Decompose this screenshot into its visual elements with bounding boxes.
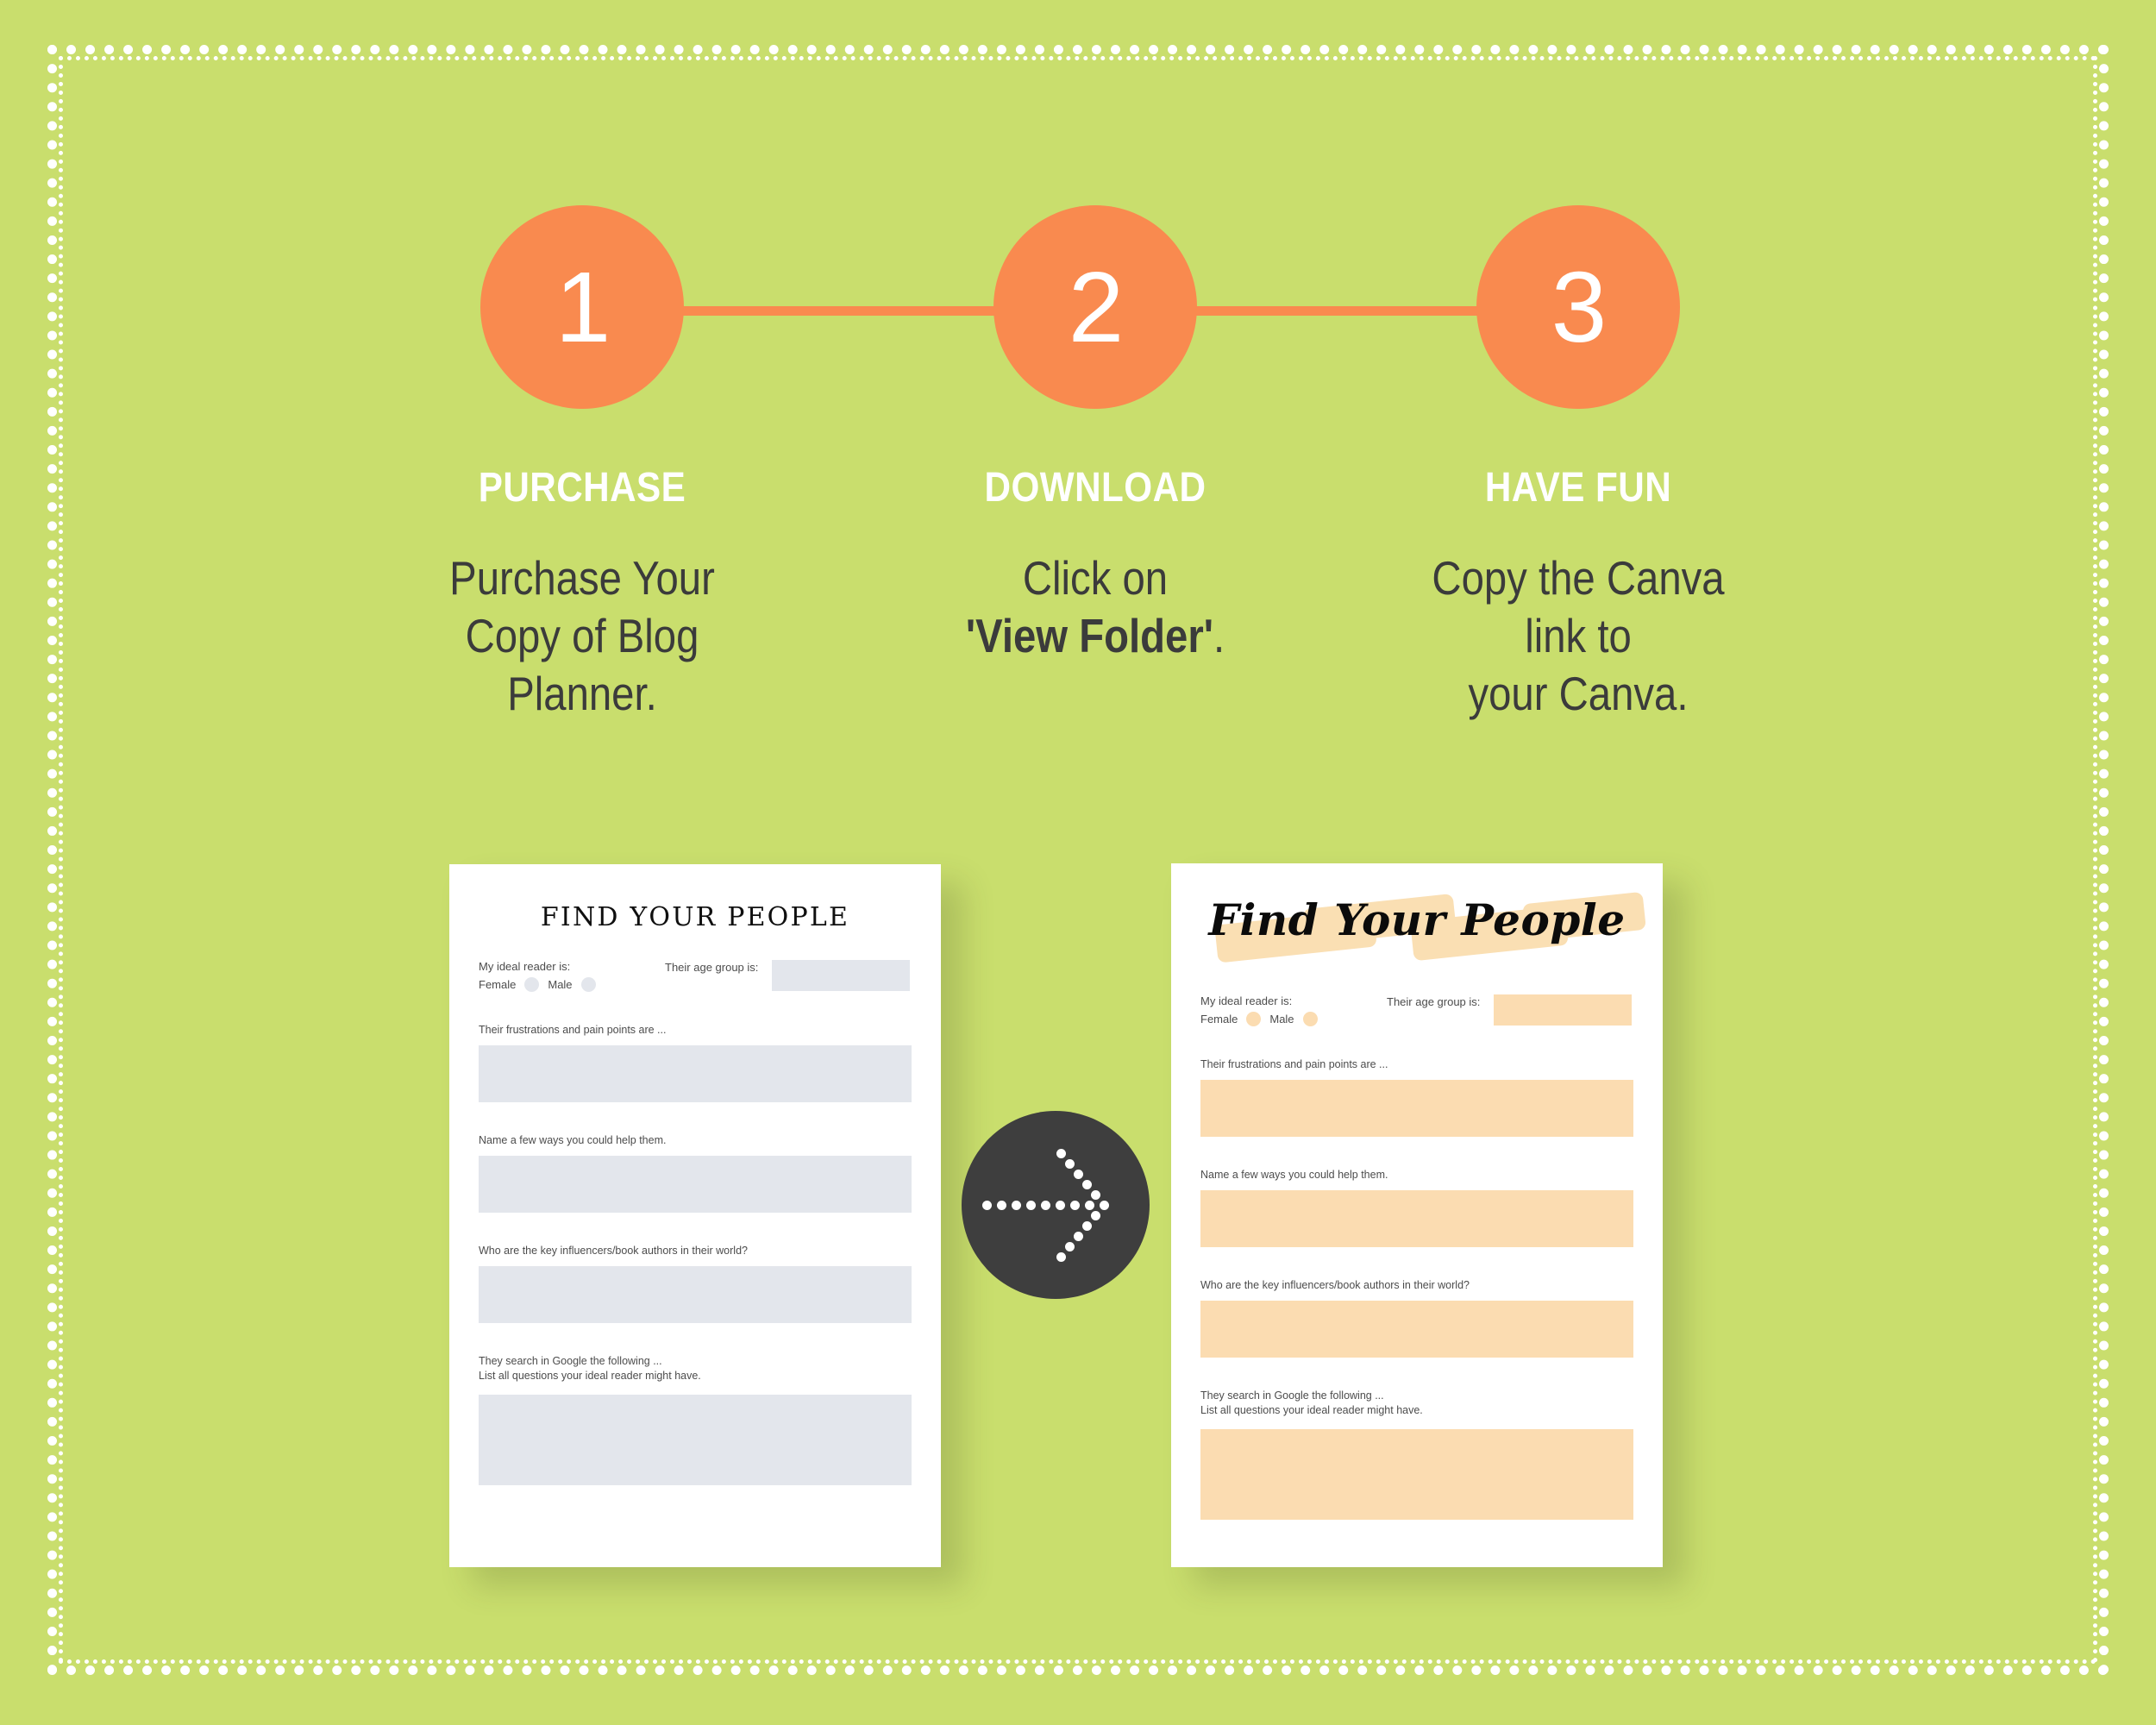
step-1-bubble[interactable]: 1: [480, 205, 684, 409]
step-1-body-line-3: Planner.: [507, 667, 657, 721]
step-3-bubble[interactable]: 3: [1476, 205, 1680, 409]
q1-prompt-before: Their frustrations and pain points are .…: [479, 1024, 667, 1036]
step-2-emphasis: 'View Folder': [965, 609, 1213, 663]
q4-block-before: They search in Google the following ... …: [479, 1354, 912, 1486]
step-1-body-line-2: Copy of Blog: [465, 609, 699, 663]
worksheet-before-title: FIND YOUR PEOPLE: [540, 902, 850, 932]
step-3-body-line-1: Copy the Canva: [1432, 551, 1725, 605]
q4-prompt-after: They search in Google the following ... …: [1200, 1389, 1423, 1416]
q1-prompt-after: Their frustrations and pain points are .…: [1200, 1058, 1388, 1070]
male-radio-after[interactable]: [1302, 1012, 1318, 1026]
step-2-body: Click on 'View Folder'.: [939, 549, 1250, 665]
step-2-body-line-2: 'View Folder'.: [939, 607, 1250, 665]
q1-answer-before[interactable]: [479, 1044, 912, 1102]
step-1-label: PURCHASE: [478, 465, 686, 511]
worksheet-after-title: Find Your People: [1208, 894, 1626, 945]
q2-answer-after[interactable]: [1200, 1189, 1633, 1247]
worksheet-after-title-area: Find Your People: [1200, 882, 1646, 975]
reader-group-before: My ideal reader is: Female Male: [479, 960, 665, 992]
age-input-before[interactable]: [772, 960, 911, 991]
female-label-before: Female: [479, 978, 517, 991]
q3-block-after: Who are the key influencers/book authors…: [1200, 1278, 1633, 1358]
age-label-after: Their age group is:: [1387, 995, 1481, 1008]
q1-block-before: Their frustrations and pain points are .…: [479, 1023, 912, 1102]
male-label-before: Male: [548, 978, 573, 991]
worksheet-after: Find Your People My ideal reader is: Fem…: [1171, 863, 1663, 1567]
dotted-arrow-right-icon: [982, 1201, 992, 1210]
reader-label-before: My ideal reader is:: [479, 960, 571, 973]
worksheet-before: FIND YOUR PEOPLE My ideal reader is: Fem…: [449, 864, 941, 1567]
worksheet-after-header: My ideal reader is: Female Male Their ag…: [1200, 994, 1633, 1026]
female-radio-before[interactable]: [524, 977, 540, 992]
q4-prompt-before: They search in Google the following ... …: [479, 1354, 701, 1382]
step-3-body-line-3: your Canva.: [1468, 667, 1689, 721]
step-3-body: Copy the Canva link to your Canva.: [1422, 549, 1733, 723]
age-input-after[interactable]: [1494, 994, 1633, 1026]
q3-block-before: Who are the key influencers/book authors…: [479, 1244, 912, 1323]
q4-answer-after[interactable]: [1200, 1429, 1633, 1521]
q1-block-after: Their frustrations and pain points are .…: [1200, 1057, 1633, 1137]
q3-prompt-after: Who are the key influencers/book authors…: [1200, 1278, 1470, 1291]
step-1-number: 1: [555, 251, 611, 363]
age-label-before: Their age group is:: [665, 961, 759, 974]
reader-label-after: My ideal reader is:: [1200, 994, 1293, 1007]
step-2-label: DOWNLOAD: [984, 465, 1206, 511]
q2-block-before: Name a few ways you could help them.: [479, 1133, 912, 1213]
q3-answer-after[interactable]: [1200, 1300, 1633, 1358]
q2-answer-before[interactable]: [479, 1155, 912, 1213]
q3-answer-before[interactable]: [479, 1265, 912, 1323]
step-1-body-line-1: Purchase Your: [449, 551, 715, 605]
worksheet-before-header: My ideal reader is: Female Male Their ag…: [479, 960, 912, 992]
transition-arrow-badge: [962, 1111, 1150, 1299]
gender-options-after: Female Male: [1200, 1012, 1387, 1026]
q4-block-after: They search in Google the following ... …: [1200, 1389, 1633, 1521]
male-radio-before[interactable]: [580, 977, 596, 992]
step-2-period: .: [1213, 609, 1225, 663]
male-label-after: Male: [1269, 1013, 1294, 1026]
step-3: 3 HAVE FUN Copy the Canva link to your C…: [1397, 205, 1759, 723]
step-1-body: Purchase Your Copy of Blog Planner.: [426, 549, 737, 723]
q4-answer-before[interactable]: [479, 1395, 912, 1486]
q2-prompt-before: Name a few ways you could help them.: [479, 1133, 667, 1146]
step-2-bubble[interactable]: 2: [993, 205, 1197, 409]
q1-answer-after[interactable]: [1200, 1079, 1633, 1137]
step-2: 2 DOWNLOAD Click on 'View Folder'.: [914, 205, 1276, 665]
reader-group-after: My ideal reader is: Female Male: [1200, 994, 1387, 1026]
q3-prompt-before: Who are the key influencers/book authors…: [479, 1244, 748, 1257]
gender-options-before: Female Male: [479, 977, 665, 992]
step-1: 1 PURCHASE Purchase Your Copy of Blog Pl…: [401, 205, 763, 723]
step-3-number: 3: [1551, 251, 1608, 363]
female-radio-after[interactable]: [1246, 1012, 1262, 1026]
step-2-number: 2: [1068, 251, 1125, 363]
step-2-body-line-1: Click on: [1022, 551, 1169, 605]
steps-section: 1 PURCHASE Purchase Your Copy of Blog Pl…: [0, 0, 2156, 1725]
q2-block-after: Name a few ways you could help them.: [1200, 1168, 1633, 1247]
step-3-label: HAVE FUN: [1484, 465, 1672, 511]
female-label-after: Female: [1200, 1013, 1238, 1026]
q2-prompt-after: Name a few ways you could help them.: [1200, 1168, 1388, 1181]
step-3-body-line-2: link to: [1525, 609, 1632, 663]
